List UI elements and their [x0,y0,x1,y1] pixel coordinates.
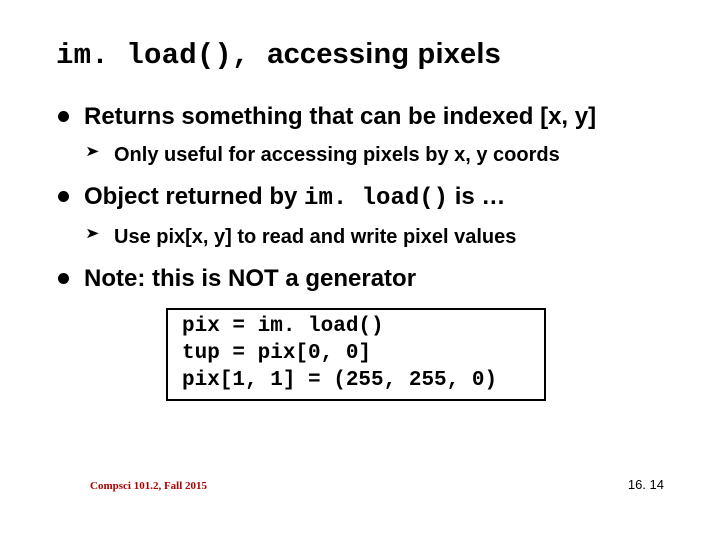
bullet-list: Returns something that can be indexed [x… [56,102,664,294]
bullet-3-text: Note: this is NOT a generator [84,265,416,292]
bullet-2-sublist: Use pix[x, y] to read and write pixel va… [84,224,664,250]
bullet-1: Returns something that can be indexed [x… [84,102,664,168]
title-code: im. load(), [56,39,267,72]
bullet-1-text: Returns something that can be indexed [x… [84,103,596,130]
slide-title: im. load(), accessing pixels [56,38,664,72]
bullet-2-code: im. load() [304,185,448,212]
bullet-2: Object returned by im. load() is … Use p… [84,182,664,250]
code-box: pix = im. load() tup = pix[0, 0] pix[1, … [166,308,546,401]
title-rest: accessing pixels [267,38,501,70]
footer-slide-number: 16. 14 [628,477,664,492]
footer-course: Compsci 101.2, Fall 2015 [90,480,207,492]
bullet-1-sublist: Only useful for accessing pixels by x, y… [84,142,664,168]
bullet-1-sub-text: Only useful for accessing pixels by x, y… [114,144,560,166]
bullet-3: Note: this is NOT a generator [84,264,664,294]
bullet-2-post: is … [448,183,505,210]
bullet-2-sub-text: Use pix[x, y] to read and write pixel va… [114,226,516,248]
bullet-2-sub: Use pix[x, y] to read and write pixel va… [106,224,664,250]
bullet-1-sub: Only useful for accessing pixels by x, y… [106,142,664,168]
bullet-2-pre: Object returned by [84,183,304,210]
